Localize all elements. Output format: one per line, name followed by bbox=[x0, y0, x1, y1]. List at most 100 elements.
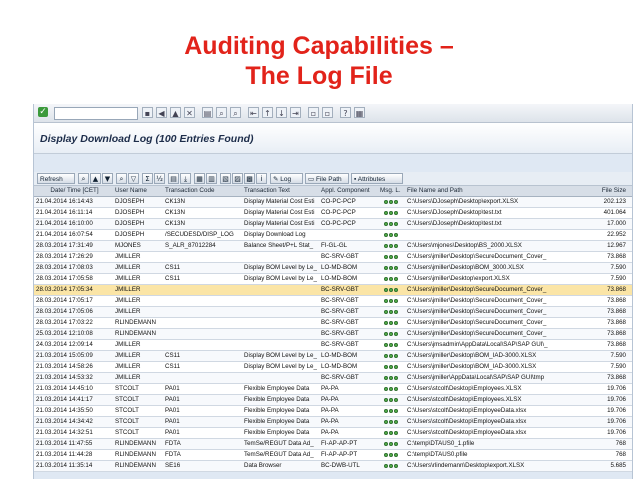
enter-check-icon[interactable]: ✓ bbox=[38, 107, 48, 117]
sort-descending-icon[interactable]: ▼ bbox=[102, 173, 113, 184]
save-icon[interactable]: ▪ bbox=[142, 107, 153, 118]
back-icon[interactable]: ◀ bbox=[156, 107, 167, 118]
column-header-ttext[interactable]: Transaction Text bbox=[244, 186, 318, 196]
print-preview-icon[interactable]: ▤ bbox=[168, 173, 179, 184]
help-icon[interactable]: ? bbox=[340, 107, 351, 118]
next-page-icon[interactable]: ↓ bbox=[276, 107, 287, 118]
export-icon[interactable]: ⤓ bbox=[180, 173, 191, 184]
column-header-datetime[interactable]: Date/ Time [CET] bbox=[36, 186, 113, 196]
table-row[interactable]: 21.03.2014 14:35:50 STCOLT PA01 Flexible Em… bbox=[34, 406, 632, 417]
table-row[interactable]: 21.03.2014 14:41:17 STCOLT PA01 Flexible Em… bbox=[34, 395, 632, 406]
cell-user: RLINDEMANN bbox=[115, 462, 156, 469]
table-row[interactable]: 21.03.2014 14:53:32 JMILLER BC-SRV-GBT C:\U… bbox=[34, 373, 632, 384]
table-row[interactable]: 21.03.2014 14:58:26 JMILLER CS11 Display BO… bbox=[34, 362, 632, 373]
status-light-icon bbox=[394, 200, 398, 204]
status-light-icon bbox=[394, 453, 398, 457]
print-icon[interactable]: ▤ bbox=[202, 107, 213, 118]
column-header-msg[interactable]: Msg. L. bbox=[380, 186, 404, 196]
sort-ascending-icon[interactable]: ▲ bbox=[90, 173, 101, 184]
column-header-path[interactable]: File Name and Path bbox=[407, 186, 557, 196]
status-light-icon bbox=[389, 409, 393, 413]
cell-user: JMILLER bbox=[115, 308, 141, 315]
status-light-icon bbox=[394, 365, 398, 369]
screen-title: Display Download Log (100 Entries Found) bbox=[40, 133, 254, 145]
change-layout-icon[interactable]: ▧ bbox=[220, 173, 231, 184]
cell-datetime: 21.03.2014 14:32:51 bbox=[36, 429, 93, 436]
cell-file-path: C:\Users\stcolt\Desktop\EmployeeData.xls… bbox=[407, 429, 527, 436]
shortcut-icon[interactable]: ▫ bbox=[322, 107, 333, 118]
table-row[interactable]: 21.03.2014 14:45:10 STCOLT PA01 Flexible Em… bbox=[34, 384, 632, 395]
cell-file-path: C:\Users\jmiller\Desktop\SecureDocument_… bbox=[407, 330, 547, 337]
table-row[interactable]: 28.03.2014 17:05:17 JMILLER BC-SRV-GBT C:\U… bbox=[34, 296, 632, 307]
table-row[interactable]: 21.04.2014 16:10:00 DJOSEPH CK13N Display M… bbox=[34, 219, 632, 230]
column-header-user[interactable]: User Name bbox=[115, 186, 161, 196]
column-header-component[interactable]: Appl. Component bbox=[321, 186, 378, 196]
slide-title-line1: Auditing Capabilities – bbox=[184, 32, 454, 60]
cell-file-path: C:\Users\jmiller\Desktop\SecureDocument_… bbox=[407, 297, 547, 304]
select-layout-icon[interactable]: ▨ bbox=[232, 173, 243, 184]
cell-tcode: CS11 bbox=[165, 264, 181, 271]
cell-component: BC-DWB-UTL bbox=[321, 462, 360, 469]
save-layout-icon[interactable]: ▩ bbox=[244, 173, 255, 184]
log-button[interactable]: ✎ Log bbox=[270, 173, 303, 184]
cell-file-path: C:\Users\stcolt\Desktop\EmployeeData.xls… bbox=[407, 418, 527, 425]
table-row[interactable]: 28.03.2014 17:05:06 JMILLER BC-SRV-GBT C:\U… bbox=[34, 307, 632, 318]
column-header-tcode[interactable]: Transaction Code bbox=[165, 186, 241, 196]
cell-tcode: CS11 bbox=[165, 363, 181, 370]
cancel-icon[interactable]: ✕ bbox=[184, 107, 195, 118]
table-row[interactable]: 25.03.2014 12:10:08 RLINDEMANN BC-SRV-GBT C… bbox=[34, 329, 632, 340]
cell-file-path: C:\Users\jmiller\Desktop\export.XLSX bbox=[407, 275, 510, 282]
status-light-icon bbox=[384, 376, 388, 380]
cell-datetime: 21.04.2014 16:10:00 bbox=[36, 220, 93, 227]
table-row[interactable]: 21.04.2014 16:07:54 DJOSEPH/SECUDESD/DISP… bbox=[34, 230, 632, 241]
table-row[interactable]: 28.03.2014 17:31:49 MJONES S_ALR_87012284 B… bbox=[34, 241, 632, 252]
sum-icon[interactable]: Σ bbox=[142, 173, 153, 184]
table-row[interactable]: 21.03.2014 11:35:14 RLINDEMANN SE16 Data Br… bbox=[34, 461, 632, 472]
word-processing-icon[interactable]: ▥ bbox=[206, 173, 217, 184]
cell-tcode: FDTA bbox=[165, 451, 181, 458]
info-icon[interactable]: i bbox=[256, 173, 267, 184]
status-light-icon bbox=[394, 255, 398, 259]
column-header-size[interactable]: File Size bbox=[560, 186, 626, 196]
refresh-button[interactable]: Refresh bbox=[37, 173, 75, 184]
command-field[interactable] bbox=[54, 107, 138, 120]
previous-page-icon[interactable]: ↑ bbox=[262, 107, 273, 118]
table-row[interactable]: 21.03.2014 14:34:42 STCOLT PA01 Flexible Em… bbox=[34, 417, 632, 428]
cell-user: RLINDEMANN bbox=[115, 330, 156, 337]
filter-icon[interactable]: ▽ bbox=[128, 173, 139, 184]
table-row[interactable]: 21.03.2014 15:05:09 JMILLER CS11 Display BO… bbox=[34, 351, 632, 362]
table-row[interactable]: 28.03.2014 17:26:29 JMILLER BC-SRV-GBT C:\U… bbox=[34, 252, 632, 263]
cell-component: PA-PA bbox=[321, 418, 339, 425]
table-row[interactable]: 21.03.2014 11:47:55 RLINDEMANN FDTA TemSe/R… bbox=[34, 439, 632, 450]
last-page-icon[interactable]: ⇥ bbox=[290, 107, 301, 118]
find-next-icon[interactable]: ⌕ bbox=[230, 107, 241, 118]
details-icon[interactable]: ⌕ bbox=[78, 173, 89, 184]
table-row[interactable]: 28.03.2014 17:05:34 JMILLER BC-SRV-GBT C:\U… bbox=[34, 285, 632, 296]
cell-component: BC-SRV-GBT bbox=[321, 253, 359, 260]
exit-icon[interactable]: ▲ bbox=[170, 107, 181, 118]
table-row[interactable]: 28.03.2014 17:03:22 RLINDEMANN BC-SRV-GBT C… bbox=[34, 318, 632, 329]
file-path-button[interactable]: ▭ File Path bbox=[305, 173, 349, 184]
cell-file-size: 5.685 bbox=[610, 462, 626, 469]
status-light-icon bbox=[384, 222, 388, 226]
cell-file-size: 202.123 bbox=[603, 198, 626, 205]
spreadsheet-icon[interactable]: ▦ bbox=[194, 173, 205, 184]
first-page-icon[interactable]: ⇤ bbox=[248, 107, 259, 118]
table-row[interactable]: 28.03.2014 17:08:03 JMILLER CS11 Display BO… bbox=[34, 263, 632, 274]
cell-component: LO-MD-BOM bbox=[321, 264, 358, 271]
cell-datetime: 21.03.2014 15:05:09 bbox=[36, 352, 93, 359]
new-session-icon[interactable]: ▫ bbox=[308, 107, 319, 118]
attributes-button[interactable]: ▪ Attributes bbox=[351, 173, 403, 184]
table-row[interactable]: 28.03.2014 17:05:58 JMILLER CS11 Display BO… bbox=[34, 274, 632, 285]
subtotal-icon[interactable]: ½ bbox=[154, 173, 165, 184]
cell-datetime: 28.03.2014 17:05:58 bbox=[36, 275, 93, 282]
table-row[interactable]: 21.04.2014 16:14:43 DJOSEPH CK13N Display M… bbox=[34, 197, 632, 208]
table-row[interactable]: 21.03.2014 11:44:28 RLINDEMANN FDTA TemSe/R… bbox=[34, 450, 632, 461]
find-icon[interactable]: ⌕ bbox=[216, 107, 227, 118]
cell-tcode: CK13N bbox=[165, 220, 185, 227]
layout-menu-icon[interactable]: ▦ bbox=[354, 107, 365, 118]
table-row[interactable]: 21.04.2014 16:11:14 DJOSEPH CK13N Display M… bbox=[34, 208, 632, 219]
find-icon[interactable]: ⌕ bbox=[116, 173, 127, 184]
table-row[interactable]: 24.03.2014 12:09:14 JMILLER BC-SRV-GBT C:\U… bbox=[34, 340, 632, 351]
table-row[interactable]: 21.03.2014 14:32:51 STCOLT PA01 Flexible Em… bbox=[34, 428, 632, 439]
